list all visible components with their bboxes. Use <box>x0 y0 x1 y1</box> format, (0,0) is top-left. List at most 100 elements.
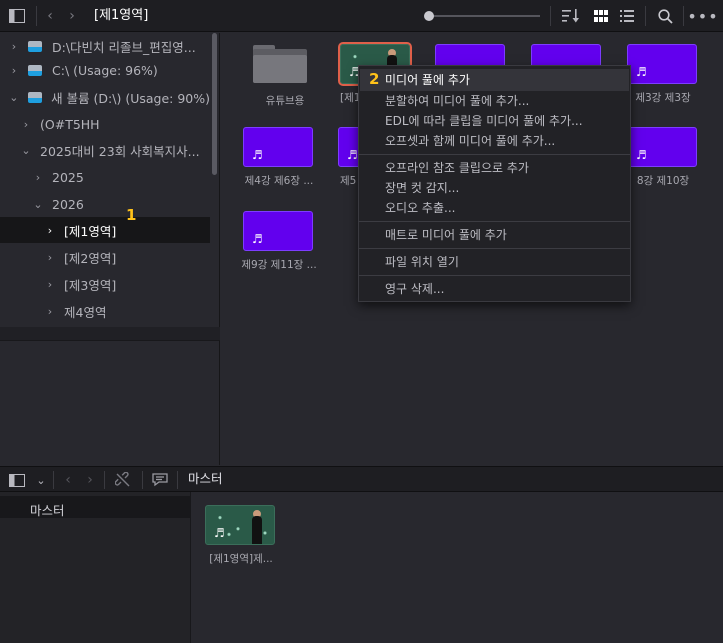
menu-item-add-split[interactable]: 분할하여 미디어 풀에 추가... <box>385 91 529 111</box>
menu-item-add-by-edl[interactable]: EDL에 따라 클립을 미디어 풀에 추가... <box>385 111 583 131</box>
media-clip[interactable]: ♬ 제3강 제3장 <box>627 44 699 105</box>
unlink-icon[interactable] <box>110 467 136 493</box>
step-marker-2: 2 <box>369 70 380 88</box>
chevron-right-icon[interactable]: › <box>44 305 56 318</box>
back-arrow-icon[interactable]: ‹ <box>40 0 60 32</box>
media-clip[interactable]: ♬ 제9강 제11장 ... <box>241 211 317 272</box>
tree-item-folder[interactable]: › 2025 <box>0 164 210 190</box>
menu-item-add-offline-reference[interactable]: 오프라인 참조 클립으로 추가 <box>385 158 529 178</box>
tree-item-label: [제1영역] <box>64 223 117 239</box>
divider <box>0 340 220 341</box>
sort-icon[interactable] <box>558 0 584 32</box>
storage-tree: › D:\다빈치 리졸브_편집영... › C:\ (Usage: 96%) ⌄… <box>0 33 220 465</box>
list-view-icon[interactable] <box>614 0 640 32</box>
thumbnail-size-slider[interactable] <box>428 15 540 17</box>
slider-knob[interactable] <box>424 11 434 21</box>
tree-item-label: C:\ (Usage: 96%) <box>52 62 158 78</box>
chevron-right-icon[interactable]: › <box>8 64 20 77</box>
bin-title: 마스터 <box>188 471 223 486</box>
tree-item-label: (O#T5HH <box>40 116 100 132</box>
tree-item-folder[interactable]: ⌄ 2026 <box>0 191 210 217</box>
menu-item-add-as-matte[interactable]: 매트로 미디어 풀에 추가 <box>385 225 507 245</box>
tree-item-drive[interactable]: › C:\ (Usage: 96%) <box>0 57 210 83</box>
chevron-down-icon[interactable]: ⌄ <box>32 467 50 493</box>
more-options-icon[interactable]: ••• <box>687 0 718 32</box>
audio-note-icon: ♬ <box>214 526 225 540</box>
clip-thumbnail: ♬ <box>627 127 697 167</box>
toolbar-divider <box>550 6 551 26</box>
panel-toggle-icon[interactable] <box>2 467 32 493</box>
step-marker-1: 1 <box>126 206 137 224</box>
menu-item-add-to-media-pool[interactable]: 미디어 풀에 추가 <box>385 70 470 90</box>
clip-thumbnail: ♬ <box>205 505 275 545</box>
metadata-icon[interactable] <box>148 467 172 493</box>
clip-thumbnail: ♬ <box>243 211 313 251</box>
media-storage-toolbar: ‹ › [제1영역] ••• <box>0 0 723 32</box>
drive-icon <box>28 64 42 76</box>
tree-item-folder-selected[interactable]: › [제1영역] <box>0 217 210 243</box>
forward-arrow-icon[interactable]: › <box>80 467 100 493</box>
folder-item[interactable]: 유튜브용 <box>241 43 329 113</box>
tree-item-label: D:\다빈치 리졸브_편집영... <box>52 39 196 55</box>
tree-item-folder[interactable]: ⌄ 2025대비 23회 사회복지사... <box>0 137 210 163</box>
context-menu: 미디어 풀에 추가 분할하여 미디어 풀에 추가... EDL에 따라 클립을 … <box>358 65 631 302</box>
tree-item-folder[interactable]: › 제4영역 <box>0 298 210 324</box>
audio-note-icon: ♬ <box>252 148 263 162</box>
media-pool: ♬ [제1영역]제... <box>192 492 723 643</box>
menu-separator <box>359 248 630 249</box>
media-pool-toolbar: ⌄ ‹ › <box>0 466 723 492</box>
menu-separator <box>359 154 630 155</box>
clip-label: 제9강 제11장 ... <box>241 259 317 271</box>
breadcrumb: [제1영역] <box>94 8 149 23</box>
chevron-right-icon[interactable]: › <box>8 40 20 53</box>
chevron-right-icon[interactable]: › <box>44 251 56 264</box>
folder-icon <box>253 45 307 83</box>
panel-toggle-icon[interactable] <box>0 0 34 32</box>
toolbar-divider <box>683 6 684 26</box>
toolbar-divider <box>53 471 54 489</box>
menu-item-permanent-delete[interactable]: 영구 삭제... <box>385 279 444 299</box>
bin-item-label: 마스터 <box>30 503 65 518</box>
forward-arrow-icon[interactable]: › <box>62 0 82 32</box>
chevron-right-icon[interactable]: › <box>32 171 44 184</box>
audio-note-icon: ♬ <box>636 148 647 162</box>
audio-note-icon: ♬ <box>252 232 263 246</box>
media-pool-clip[interactable]: ♬ [제1영역]제... <box>205 505 277 566</box>
back-arrow-icon[interactable]: ‹ <box>58 467 78 493</box>
tree-item-drive[interactable]: › D:\다빈치 리졸브_편집영... <box>0 33 210 59</box>
bin-list: 마스터 <box>0 492 191 643</box>
chevron-right-icon[interactable]: › <box>20 118 32 131</box>
toolbar-divider <box>645 6 646 26</box>
grid-view-icon[interactable] <box>588 0 614 32</box>
toolbar-divider <box>177 471 178 489</box>
clip-thumbnail: ♬ <box>243 127 313 167</box>
tree-item-folder[interactable]: › [제2영역] <box>0 244 210 270</box>
bin-item-master[interactable] <box>0 496 190 518</box>
tree-item-folder[interactable]: › (O#T5HH <box>0 111 210 137</box>
menu-item-scene-cut-detect[interactable]: 장면 컷 감지... <box>385 178 459 198</box>
drive-icon <box>27 91 42 103</box>
tree-item-label: 새 볼륨 (D:\) (Usage: 90%) <box>51 90 210 106</box>
tree-item-drive[interactable]: ⌄ 새 볼륨 (D:\) (Usage: 90%) <box>0 84 210 110</box>
chevron-right-icon[interactable]: › <box>44 224 56 237</box>
toolbar-divider <box>36 6 37 26</box>
menu-item-open-file-location[interactable]: 파일 위치 열기 <box>385 252 459 272</box>
media-clip[interactable]: ♬ 8강 제10장 <box>627 127 699 188</box>
menu-item-extract-audio[interactable]: 오디오 추출... <box>385 198 455 218</box>
media-clip[interactable]: ♬ 제4강 제6장 ... <box>243 127 315 188</box>
chevron-down-icon[interactable]: ⌄ <box>8 91 20 104</box>
toolbar-divider <box>142 471 143 489</box>
chevron-down-icon[interactable]: ⌄ <box>20 144 32 157</box>
chevron-down-icon[interactable]: ⌄ <box>32 198 44 211</box>
search-icon[interactable] <box>652 0 678 32</box>
tree-scrollbar[interactable] <box>212 33 217 175</box>
menu-item-add-with-offset[interactable]: 오프셋과 함께 미디어 풀에 추가... <box>385 131 555 151</box>
clip-label: 8강 제10장 <box>636 175 690 187</box>
clip-label: [제1영역]제... <box>209 553 273 565</box>
clip-label: 유튜브용 <box>265 95 305 107</box>
tree-item-label: 2025대비 23회 사회복지사... <box>40 143 200 159</box>
tree-horizontal-scrollbar[interactable] <box>0 327 220 341</box>
tree-item-folder[interactable]: › [제3영역] <box>0 271 210 297</box>
chevron-right-icon[interactable]: › <box>44 278 56 291</box>
audio-note-icon: ♬ <box>636 65 647 79</box>
